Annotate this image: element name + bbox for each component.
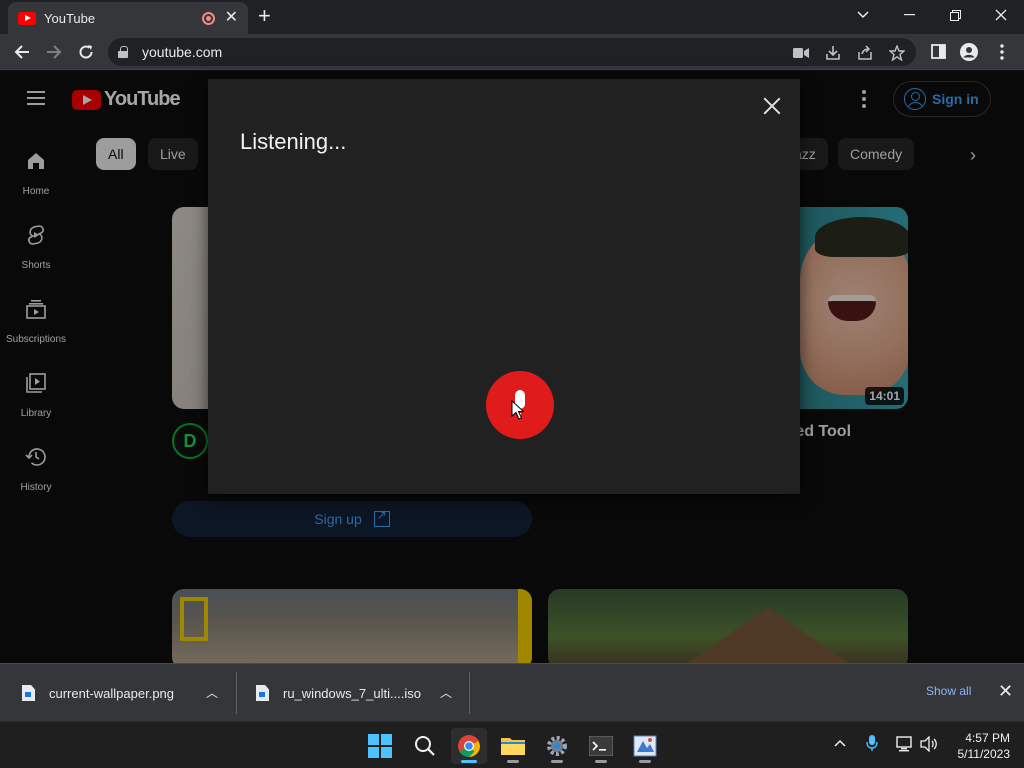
- share-icon[interactable]: [856, 44, 874, 62]
- tab-close-button[interactable]: ✕: [225, 10, 238, 26]
- url-text: youtube.com: [142, 44, 223, 60]
- download-file-name: ru_windows_7_ulti....iso: [283, 685, 422, 701]
- chevron-down-icon: [857, 11, 869, 19]
- download-bar: current-wallpaper.png ︿ ru_windows_7_ult…: [0, 663, 1024, 721]
- microphone-in-use-icon[interactable]: [866, 734, 878, 756]
- new-tab-button[interactable]: +: [258, 4, 271, 28]
- show-hidden-icons-button[interactable]: [834, 734, 846, 751]
- restore-icon: [949, 9, 961, 21]
- chevron-up-icon[interactable]: ︿: [206, 684, 218, 701]
- download-item[interactable]: ru_windows_7_ulti....iso: [256, 664, 456, 722]
- tab-title: YouTube: [44, 10, 96, 26]
- system-clock[interactable]: 4:57 PM 5/11/2023: [946, 730, 1011, 762]
- start-button[interactable]: [362, 728, 398, 764]
- browser-tab-strip: YouTube ✕ +: [0, 0, 1024, 34]
- chevron-up-icon: [834, 739, 846, 747]
- voice-search-dialog: Listening...: [208, 79, 800, 494]
- download-item[interactable]: current-wallpaper.png: [22, 664, 222, 722]
- clock-time: 4:57 PM: [965, 731, 1010, 745]
- forward-button[interactable]: [42, 40, 66, 64]
- profile-icon: [960, 43, 978, 61]
- download-file-name: current-wallpaper.png: [49, 685, 175, 701]
- windows-taskbar: 4:57 PM 5/11/2023: [0, 721, 1024, 768]
- side-panel-icon: [930, 44, 946, 59]
- file-icon: [256, 685, 269, 701]
- reload-button[interactable]: [74, 40, 98, 64]
- settings-button[interactable]: [539, 728, 575, 764]
- chevron-up-icon[interactable]: ︿: [440, 684, 452, 701]
- address-bar[interactable]: youtube.com: [108, 38, 916, 66]
- camera-icon[interactable]: [792, 44, 810, 62]
- arrow-left-icon: [14, 45, 29, 59]
- close-dialog-button[interactable]: [763, 97, 781, 115]
- browser-toolbar: youtube.com: [0, 34, 1024, 70]
- file-icon: [22, 685, 35, 701]
- chrome-menu-button[interactable]: [992, 42, 1012, 62]
- back-button[interactable]: [10, 40, 34, 64]
- clock-date: 5/11/2023: [957, 747, 1011, 761]
- kebab-menu-icon: [1000, 44, 1004, 60]
- search-button[interactable]: [407, 728, 443, 764]
- mouse-cursor-icon: [511, 400, 525, 420]
- profile-button[interactable]: [959, 42, 979, 62]
- restore-button[interactable]: [932, 0, 978, 30]
- bookmark-star-icon[interactable]: [888, 44, 906, 62]
- side-panel-button[interactable]: [928, 42, 948, 62]
- paint-app-button[interactable]: [627, 728, 663, 764]
- close-download-bar-button[interactable]: ✕: [998, 681, 1013, 702]
- close-icon: [995, 9, 1007, 21]
- arrow-right-icon: [47, 45, 62, 59]
- gear-icon: [547, 736, 567, 756]
- minimize-button[interactable]: [886, 0, 932, 30]
- reload-icon: [79, 45, 93, 59]
- recording-indicator-icon: [201, 11, 215, 25]
- file-explorer-button[interactable]: [495, 728, 531, 764]
- show-all-downloads-link[interactable]: Show all: [926, 684, 971, 698]
- volume-icon[interactable]: [920, 735, 938, 756]
- screen: YouTube ✕ + youtube.com YouTube Sign in …: [0, 0, 1024, 768]
- close-window-button[interactable]: [978, 0, 1024, 30]
- voice-status-text: Listening...: [240, 129, 347, 154]
- terminal-icon: [589, 736, 613, 756]
- network-icon[interactable]: [896, 736, 914, 756]
- lock-icon: [118, 46, 128, 58]
- terminal-button[interactable]: [583, 728, 619, 764]
- tab-search-button[interactable]: [840, 0, 886, 30]
- paint-icon: [633, 735, 657, 757]
- chrome-icon: [458, 735, 480, 757]
- search-icon: [415, 736, 435, 756]
- youtube-favicon-icon: [18, 11, 36, 25]
- windows-logo-icon: [368, 734, 392, 758]
- chrome-taskbar-button[interactable]: [451, 728, 487, 764]
- minimize-icon: [903, 14, 915, 16]
- install-app-icon[interactable]: [824, 44, 842, 62]
- folder-icon: [501, 738, 525, 755]
- browser-tab-youtube[interactable]: YouTube ✕: [8, 2, 248, 34]
